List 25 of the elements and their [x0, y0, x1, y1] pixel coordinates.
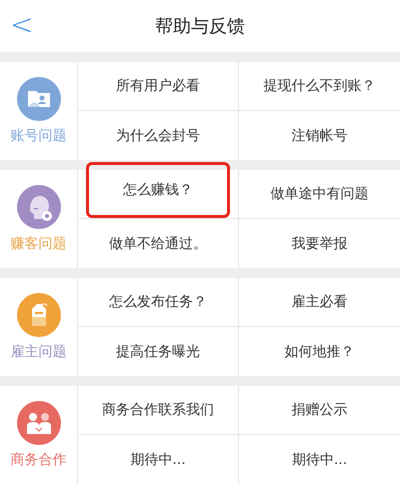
help-topic-link[interactable]: 捐赠公示	[292, 401, 348, 419]
help-topic-link[interactable]: 怎么发布任务？	[109, 293, 207, 311]
help-topic-link[interactable]: 提高任务曝光	[116, 342, 200, 360]
help-topic-link[interactable]: 期待中...	[130, 450, 186, 468]
people-icon	[16, 401, 60, 445]
help-topic-link[interactable]: 如何地推？	[284, 342, 354, 360]
category-label: 赚客问题	[10, 235, 66, 253]
help-topic-link[interactable]: 雇主必看	[292, 293, 348, 311]
help-topic-link[interactable]: 商务合作联系我们	[102, 401, 214, 419]
folder-user-icon	[16, 77, 60, 121]
help-topic-link[interactable]: 期待中...	[292, 450, 348, 468]
help-topic-link[interactable]: 注销帐号	[292, 126, 348, 144]
category-label: 雇主问题	[10, 343, 66, 361]
help-topic-link[interactable]: 做单途中有问题	[270, 185, 368, 203]
tag-icon	[16, 293, 60, 337]
help-topic-link[interactable]: 怎么赚钱？	[86, 162, 230, 218]
help-topic-link[interactable]: 我要举报	[292, 234, 348, 252]
help-topic-link[interactable]: 做单不给通过。	[109, 234, 207, 252]
help-topic-link[interactable]: 为什么会封号	[116, 126, 200, 144]
help-topic-link[interactable]: 提现什么不到账？	[264, 77, 376, 95]
head-icon	[16, 185, 60, 229]
page-title: 帮助与反馈	[155, 15, 245, 38]
category-label: 商务合作	[10, 451, 66, 469]
help-topic-link[interactable]: 所有用户必看	[116, 77, 200, 95]
category-label: 账号问题	[10, 127, 66, 145]
